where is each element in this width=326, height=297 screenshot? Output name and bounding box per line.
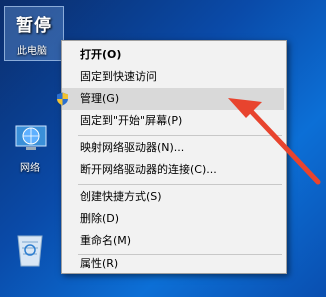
menu-item-map-drive[interactable]: 映射网络驱动器(N)... bbox=[62, 137, 284, 159]
globe-monitor-icon bbox=[15, 125, 47, 150]
menu-item-properties[interactable]: 属性(R) bbox=[62, 253, 284, 275]
network-icon[interactable]: 网络 bbox=[6, 120, 58, 174]
network-label: 网络 bbox=[20, 163, 40, 174]
menu-separator bbox=[78, 184, 282, 185]
context-menu: 打开(O) 固定到快速访问 管理(G) 固定到"开始"屏幕(P) 映射网络驱动器… bbox=[57, 40, 287, 275]
menu-item-open[interactable]: 打开(O) bbox=[62, 44, 284, 66]
menu-separator bbox=[78, 135, 282, 136]
this-pc-label: 此电脑 bbox=[17, 46, 47, 57]
this-pc-icon[interactable]: 暂停 此电脑 bbox=[4, 6, 64, 61]
uac-shield-icon bbox=[57, 92, 68, 106]
menu-item-rename[interactable]: 重命名(M) bbox=[62, 230, 284, 252]
menu-item-manage-label: 管理(G) bbox=[80, 92, 120, 105]
menu-item-manage[interactable]: 管理(G) bbox=[57, 88, 284, 110]
recycle-bin-icon[interactable] bbox=[4, 228, 56, 271]
trash-icon bbox=[17, 235, 43, 267]
menu-item-create-shortcut[interactable]: 创建快捷方式(S) bbox=[62, 186, 284, 208]
menu-item-delete[interactable]: 删除(D) bbox=[62, 208, 284, 230]
menu-item-pin-quick-access[interactable]: 固定到快速访问 bbox=[62, 66, 284, 88]
menu-item-disconnect-drive[interactable]: 断开网络驱动器的连接(C)... bbox=[62, 159, 284, 181]
paused-overlay-text: 暂停 bbox=[16, 16, 52, 36]
menu-item-pin-start[interactable]: 固定到"开始"屏幕(P) bbox=[62, 110, 284, 132]
